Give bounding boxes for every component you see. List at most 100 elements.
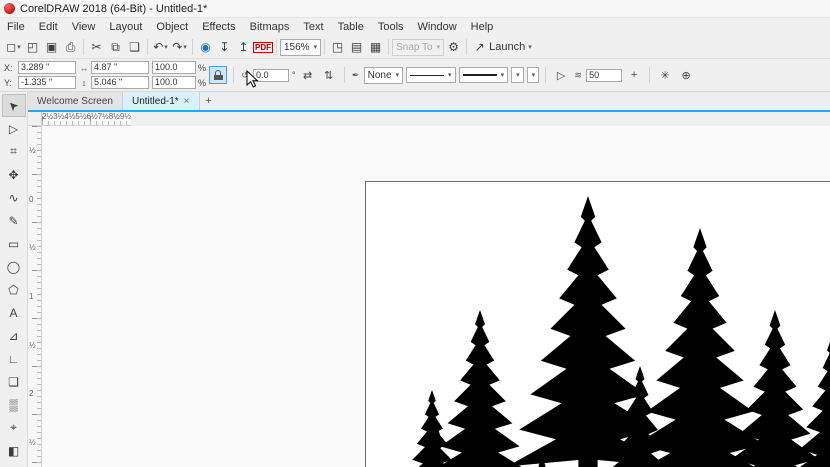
import-icon[interactable]: ↧	[215, 38, 234, 57]
dimension-tool-icon: ⊿	[8, 329, 18, 343]
new-document-icon[interactable]: ◻▾	[4, 38, 23, 57]
object-y-input[interactable]: -1.335 "	[18, 76, 76, 89]
separator	[649, 67, 650, 83]
object-x-input[interactable]: 3.289 "	[18, 61, 76, 74]
line-style-dropdown[interactable]: ▾	[406, 67, 456, 83]
fullscreen-preview-icon[interactable]: ◳	[328, 38, 347, 57]
polygon-tool[interactable]: ⬠	[2, 278, 26, 301]
menu-file[interactable]: File	[0, 21, 32, 33]
object-height-input[interactable]: 5.046 "	[91, 76, 149, 89]
publish-pdf-icon[interactable]: PDF	[253, 38, 273, 57]
outline-width-dropdown[interactable]: None▾	[364, 67, 403, 84]
menu-edit[interactable]: Edit	[32, 21, 65, 33]
transparency-tool[interactable]: ▒	[2, 393, 26, 416]
tab-untitled-1[interactable]: Untitled-1*×	[123, 92, 200, 110]
separator	[466, 39, 467, 55]
launch-icon[interactable]: ↗	[470, 38, 489, 57]
cut-icon[interactable]: ✂	[87, 38, 106, 57]
menu-bar: File Edit View Layout Object Effects Bit…	[0, 18, 830, 36]
menu-help[interactable]: Help	[464, 21, 501, 33]
standard-toolbar: ◻▾ ◰ ▣ ⎙ ✂ ⧉ ❏ ↶▾ ↷▾ ◉ ↧ ↥ PDF 156%▾ ◳ ▤…	[0, 36, 830, 59]
outline-style-dropdown[interactable]: ▾	[459, 67, 509, 83]
coreldraw-window: CorelDRAW 2018 (64-Bit) - Untitled-1* Fi…	[0, 0, 830, 467]
open-icon[interactable]: ◰	[23, 38, 42, 57]
menu-window[interactable]: Window	[411, 21, 464, 33]
close-tab-icon[interactable]: ×	[184, 96, 190, 107]
snap-to-dropdown[interactable]: Snap To▾	[392, 39, 444, 56]
toolbox: ➤ ▷ ⌗ ✥ ∿ ✎ ▭ ◯ ⬠ A ⊿ ∟ ❏ ▒ ⌖ ◧	[0, 92, 28, 467]
menu-tools[interactable]: Tools	[371, 21, 411, 33]
ruler-origin-corner[interactable]	[28, 112, 42, 126]
start-arrowhead-dropdown[interactable]: ▾	[511, 67, 524, 83]
degree-label: °	[292, 70, 296, 80]
tab-welcome-screen[interactable]: Welcome Screen	[28, 92, 123, 110]
menu-text[interactable]: Text	[296, 21, 330, 33]
extra-tool-icon[interactable]: ✳	[656, 66, 674, 84]
mirror-vertical-button[interactable]: ⇅	[320, 66, 338, 84]
menu-view[interactable]: View	[65, 21, 103, 33]
pine-trees-artwork[interactable]	[42, 126, 830, 467]
new-tab-button[interactable]: +	[200, 92, 218, 110]
crop-tool-icon: ⌗	[10, 144, 17, 159]
object-width-input[interactable]: 4.87 "	[91, 61, 149, 74]
zoom-level-dropdown[interactable]: 156%▾	[280, 39, 321, 56]
export-icon[interactable]: ↥	[234, 38, 253, 57]
connector-tool[interactable]: ∟	[2, 347, 26, 370]
redo-icon[interactable]: ↷▾	[170, 38, 189, 57]
pick-tool[interactable]: ➤	[2, 94, 26, 117]
pan-tool-icon: ✥	[8, 168, 18, 182]
interactive-fill-tool-icon: ◧	[8, 444, 19, 458]
document-tab-bar: Welcome Screen Untitled-1*× +	[28, 92, 830, 110]
lock-ratio-button[interactable]	[209, 66, 227, 84]
extra-tool-icon[interactable]: ⊕	[677, 66, 695, 84]
menu-table[interactable]: Table	[331, 21, 371, 33]
object-size-group: ↔4.87 " ↕5.046 "	[79, 61, 149, 90]
menu-object[interactable]: Object	[149, 21, 195, 33]
property-bar: X:3.289 " Y:-1.335 " ↔4.87 " ↕5.046 " 10…	[0, 59, 830, 92]
drop-shadow-tool[interactable]: ❏	[2, 370, 26, 393]
horizontal-ruler[interactable]: 2½ 3½ 4½ 5½ 6½ 7½ 8½ 9½	[42, 112, 131, 126]
drawing-canvas[interactable]	[42, 126, 830, 467]
pan-tool[interactable]: ✥	[2, 163, 26, 186]
show-rulers-icon[interactable]: ▤	[347, 38, 366, 57]
text-tool-icon: A	[9, 306, 17, 320]
print-icon[interactable]: ⎙	[61, 38, 80, 57]
ellipse-tool[interactable]: ◯	[2, 255, 26, 278]
menu-bitmaps[interactable]: Bitmaps	[243, 21, 297, 33]
menu-effects[interactable]: Effects	[195, 21, 242, 33]
dimension-tool[interactable]: ⊿	[2, 324, 26, 347]
paste-icon[interactable]: ❏	[125, 38, 144, 57]
scale-x-input[interactable]: 100.0	[152, 61, 196, 74]
menu-layout[interactable]: Layout	[102, 21, 149, 33]
options-gear-icon[interactable]: ⚙	[444, 38, 463, 57]
shape-tool[interactable]: ▷	[2, 117, 26, 140]
smoothness-input[interactable]: 50	[586, 69, 622, 82]
save-icon[interactable]: ▣	[42, 38, 61, 57]
freehand-tool[interactable]: ∿	[2, 186, 26, 209]
rectangle-tool[interactable]: ▭	[2, 232, 26, 255]
launch-button[interactable]: Launch▾	[489, 41, 532, 53]
show-grid-icon[interactable]: ▦	[366, 38, 385, 57]
rotation-angle-input[interactable]: 0.0	[253, 69, 289, 82]
pick-tool-icon: ➤	[5, 97, 22, 114]
shape-flag-icon[interactable]: ▷	[552, 66, 570, 84]
scale-y-input[interactable]: 100.0	[152, 76, 196, 89]
mirror-horizontal-button[interactable]: ⇄	[299, 66, 317, 84]
lock-icon	[214, 70, 223, 80]
window-title: CorelDRAW 2018 (64-Bit) - Untitled-1*	[20, 3, 207, 15]
interactive-fill-tool[interactable]: ◧	[2, 439, 26, 462]
eyedropper-tool[interactable]: ⌖	[2, 416, 26, 439]
separator	[233, 67, 234, 83]
search-icon[interactable]: ◉	[196, 38, 215, 57]
end-arrowhead-dropdown[interactable]: ▾	[527, 67, 540, 83]
undo-icon[interactable]: ↶▾	[151, 38, 170, 57]
height-icon: ↕	[79, 78, 89, 88]
artistic-media-tool[interactable]: ✎	[2, 209, 26, 232]
rotate-icon: ↺	[240, 70, 250, 81]
copy-icon[interactable]: ⧉	[106, 38, 125, 57]
text-tool[interactable]: A	[2, 301, 26, 324]
vertical-ruler[interactable]: ½ 0 ½ 1 ½ 2 ½	[28, 126, 42, 467]
canvas-row: ½ 0 ½ 1 ½ 2 ½	[28, 126, 830, 467]
crop-tool[interactable]: ⌗	[2, 140, 26, 163]
smoothness-increase-button[interactable]: +	[625, 66, 643, 84]
